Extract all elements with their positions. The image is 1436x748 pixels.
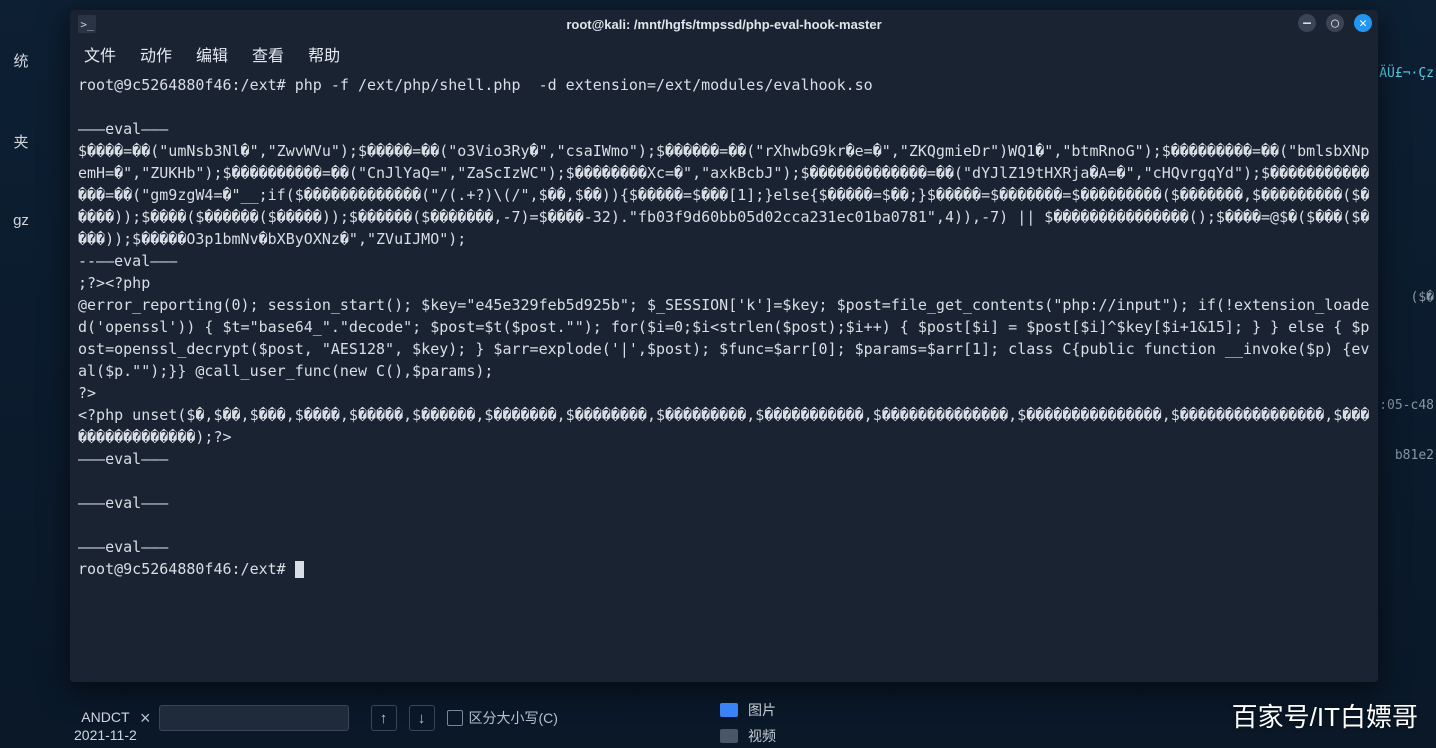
bottom-left-label: ANDCT 2021-11-2 — [74, 708, 137, 744]
window-controls: – ◯ ✕ — [1298, 14, 1372, 32]
titlebar[interactable]: >_ root@kali: /mnt/hgfs/tmpssd/php-eval-… — [70, 10, 1378, 38]
terminal-app-icon: >_ — [78, 15, 96, 33]
term-obf-block-1: $����=��("umNsb3Nl�","ZwvWVu");$�����=��… — [78, 142, 1369, 248]
maximize-button[interactable]: ◯ — [1326, 14, 1344, 32]
minimize-button[interactable]: – — [1298, 14, 1316, 32]
term-php-open: ;?><?php — [78, 274, 150, 292]
term-unset-block: <?php unset($�,$��,$���,$����,$�����,$��… — [78, 406, 1369, 446]
right-strip: ·ÄÜ£¬·Çz ($� :05-c48 b81e2 — [1376, 0, 1436, 748]
file-label-images: 图片 — [748, 700, 776, 720]
term-line-cmd: root@9c5264880f46:/ext# php -f /ext/php/… — [78, 76, 873, 94]
menu-action[interactable]: 动作 — [140, 42, 172, 66]
background-file-list: 图片 视频 — [720, 700, 776, 746]
case-sensitive-check[interactable]: 区分大小写(C) — [447, 708, 558, 728]
term-eval-sep-4: ———eval——— — [78, 494, 168, 512]
right-text-1: ·ÄÜ£¬·Çz — [1371, 66, 1434, 81]
right-text-3: :05-c48 — [1379, 398, 1434, 413]
menu-view[interactable]: 查看 — [252, 42, 284, 66]
bottom-left-line2: 2021-11-2 — [74, 726, 137, 744]
right-text-4: b81e2 — [1395, 448, 1434, 463]
term-php-block: @error_reporting(0); session_start(); $k… — [78, 296, 1369, 402]
left-icon-3[interactable]: gz — [13, 212, 29, 229]
term-prompt-2: root@9c5264880f46:/ext# — [78, 560, 295, 578]
terminal-body[interactable]: root@9c5264880f46:/ext# php -f /ext/php/… — [70, 70, 1378, 682]
search-up-button[interactable]: ↑ — [371, 705, 397, 731]
search-tab: × — [130, 701, 359, 735]
file-row-video[interactable]: 视频 — [720, 726, 776, 746]
case-label: 区分大小写(C) — [469, 708, 558, 728]
term-eval-sep-2: --——eval——— — [78, 252, 177, 270]
watermark: 百家号/IT白嫖哥 — [1232, 697, 1418, 734]
left-icon-2[interactable]: 夹 — [13, 131, 28, 152]
folder-icon — [720, 729, 738, 743]
menu-edit[interactable]: 编辑 — [196, 42, 228, 66]
terminal-window: >_ root@kali: /mnt/hgfs/tmpssd/php-eval-… — [70, 10, 1378, 682]
folder-icon — [720, 703, 738, 717]
window-title: root@kali: /mnt/hgfs/tmpssd/php-eval-hoo… — [70, 17, 1378, 32]
search-input[interactable] — [159, 705, 349, 731]
menu-help[interactable]: 帮助 — [308, 42, 340, 66]
checkbox-icon[interactable] — [447, 710, 463, 726]
search-down-button[interactable]: ↓ — [409, 705, 435, 731]
search-close-icon[interactable]: × — [140, 708, 151, 729]
close-button[interactable]: ✕ — [1354, 14, 1372, 32]
file-label-video: 视频 — [748, 726, 776, 746]
left-desktop-icons: 统 夹 gz — [0, 0, 42, 748]
cursor-icon — [295, 561, 304, 578]
left-icon-1[interactable]: 统 — [13, 50, 28, 71]
term-eval-sep-3: ———eval——— — [78, 450, 168, 468]
menu-file[interactable]: 文件 — [84, 42, 116, 66]
menubar: 文件 动作 编辑 查看 帮助 — [70, 38, 1378, 70]
term-eval-sep-1: ———eval——— — [78, 120, 168, 138]
file-row-images[interactable]: 图片 — [720, 700, 776, 720]
right-text-2: ($� — [1411, 290, 1434, 305]
bottom-left-line1: ANDCT — [74, 708, 137, 726]
term-eval-sep-5: ———eval——— — [78, 538, 168, 556]
